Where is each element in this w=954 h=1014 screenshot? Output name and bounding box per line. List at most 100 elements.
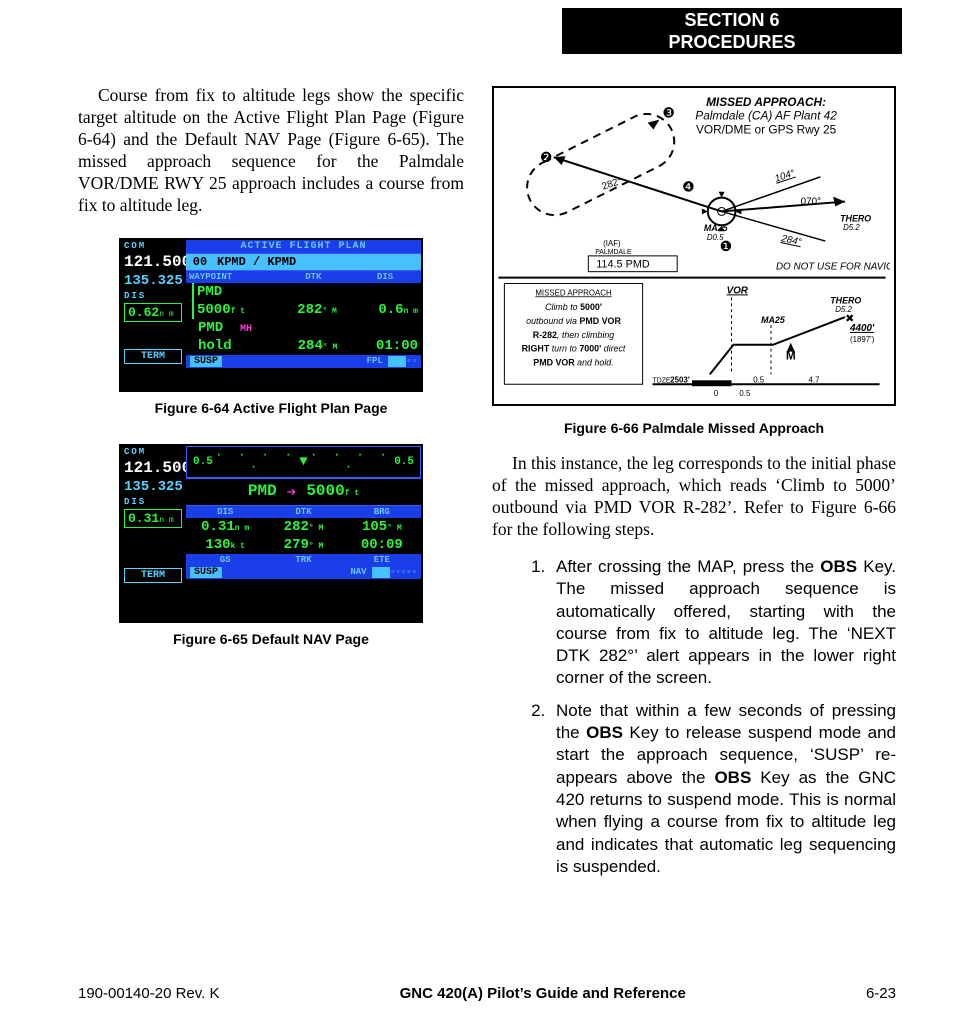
h-ete: ETE xyxy=(343,554,421,566)
svg-text:RIGHT turn to 7000' direct: RIGHT turn to 7000' direct xyxy=(522,344,626,354)
p-ma25: MA25 xyxy=(761,315,786,325)
t47: 4.7 xyxy=(809,375,820,384)
ma-head: MISSED APPROACH xyxy=(535,288,612,297)
page-footer: 190-00140-20 Rev. K GNC 420(A) Pilot’s G… xyxy=(78,985,896,1002)
step-2: Note that within a few seconds of pressi… xyxy=(550,700,896,878)
section-line2: PROCEDURES xyxy=(562,31,902,53)
r2-spd: 130 xyxy=(205,537,230,553)
susp-badge: SUSP xyxy=(190,356,222,367)
afp-title: ACTIVE FLIGHT PLAN xyxy=(186,240,421,253)
com-standby: 135.325 xyxy=(121,272,185,290)
left-column: Course from fix to altitude legs show th… xyxy=(78,84,464,956)
m3: ❸ xyxy=(662,105,674,121)
c104: 104° xyxy=(773,168,796,185)
row2-wp: 5000 xyxy=(197,302,231,318)
obs-key: OBS xyxy=(586,723,623,742)
plan-index: 00 xyxy=(186,254,214,270)
row4-time: 01:00 xyxy=(352,337,421,355)
figure-6-64: COM 121.500 135.325 DIS 0.62n m TERM ACT… xyxy=(119,238,423,392)
dis-value: 0.62 xyxy=(128,305,159,320)
section-header: SECTION 6 PROCEDURES xyxy=(562,8,902,54)
p-thero: THERO xyxy=(830,295,861,305)
dis-label: DIS xyxy=(121,290,185,302)
dis-label-65: DIS xyxy=(121,496,185,508)
alt1897: (1897') xyxy=(850,335,875,344)
row1-wp: PMD xyxy=(192,283,287,301)
step-1: After crossing the MAP, press the OBS Ke… xyxy=(550,556,896,690)
svg-text:✖: ✖ xyxy=(845,313,854,325)
footer-left: 190-00140-20 Rev. K xyxy=(78,985,219,1002)
left-paragraph: Course from fix to altitude legs show th… xyxy=(78,84,464,216)
term-badge-65: TERM xyxy=(124,568,182,583)
t05a: 0.5 xyxy=(739,389,751,398)
cdi-right: 0.5 xyxy=(394,456,414,468)
svg-text:PMD VOR and hold.: PMD VOR and hold. xyxy=(533,357,613,367)
r1-dtk-u: ° M xyxy=(309,524,323,533)
row3-wp: PMD xyxy=(198,320,223,336)
r1-brg: 105 xyxy=(362,519,387,535)
hdr-dis: DIS xyxy=(349,271,421,283)
row2-dis: 0.6 xyxy=(378,302,403,318)
obs-key: OBS xyxy=(714,768,751,787)
r1-dis: 0.31 xyxy=(201,519,235,535)
to-alt-unit: f t xyxy=(345,489,359,498)
plate-title1: MISSED APPROACH: xyxy=(706,95,826,109)
dis-unit-65: n m xyxy=(159,516,173,525)
right-p1: In this instance, the leg corresponds to… xyxy=(492,452,896,540)
h-gs: GS xyxy=(186,554,264,566)
com-label: COM xyxy=(121,240,185,252)
footer-right: 6-23 xyxy=(866,985,896,1002)
caption-6-64: Figure 6-64 Active Flight Plan Page xyxy=(78,400,464,416)
r1-brg-u: ° M xyxy=(387,524,401,533)
r2-trk-u: ° M xyxy=(309,542,323,551)
r1-dis-u: n m xyxy=(235,524,249,533)
r2-ete: 00:09 xyxy=(343,536,421,554)
tdze-v: 2503' xyxy=(670,375,690,384)
com-active: 121.500 xyxy=(121,252,185,272)
figure-6-65: COM 121.500 135.325 DIS 0.31n m TERM 0.5… xyxy=(119,444,423,623)
row4-wp: hold xyxy=(192,337,283,355)
caption-6-65: Figure 6-65 Default NAV Page xyxy=(78,631,464,647)
r1-dtk: 282 xyxy=(284,519,309,535)
ma25d: D0.5 xyxy=(707,233,724,242)
ma25: MA25 xyxy=(704,223,729,233)
cdi-left: 0.5 xyxy=(193,456,213,468)
right-column: MISSED APPROACH: Palmdale (CA) AF Plant … xyxy=(492,84,896,956)
t0: 0 xyxy=(714,389,719,398)
row2-unit: f t xyxy=(231,307,245,316)
row3-tag: MH xyxy=(240,324,252,335)
p-vor: VOR xyxy=(727,285,749,296)
active-wp: PMD xyxy=(248,482,277,502)
com-active-65: 121.500 xyxy=(121,458,185,478)
fpl-label: FPL xyxy=(367,356,383,366)
c284: 284° xyxy=(779,233,802,248)
r2-trk: 279 xyxy=(284,537,309,553)
svg-text:Climb to 5000': Climb to 5000' xyxy=(545,302,602,312)
tdze: TDZE xyxy=(653,377,671,384)
com-label-65: COM xyxy=(121,446,185,458)
obs-key: OBS xyxy=(820,557,857,576)
row4-dtk-unit: ° M xyxy=(323,343,337,352)
donotuse: DO NOT USE FOR NAVIGATION xyxy=(776,262,890,273)
thero: THERO xyxy=(840,213,871,223)
steps-list: After crossing the MAP, press the OBS Ke… xyxy=(492,556,896,888)
hdr-waypoint: WAYPOINT xyxy=(186,271,277,283)
row2-dtk-unit: ° M xyxy=(322,307,336,316)
caption-6-66: Figure 6-66 Palmdale Missed Approach xyxy=(492,420,896,436)
iaf-name: PALMDALE xyxy=(595,249,632,256)
nav-label: NAV xyxy=(350,567,366,577)
row4-dtk: 284 xyxy=(298,338,323,354)
svg-text:outbound via PMD VOR: outbound via PMD VOR xyxy=(526,316,621,326)
dis-value-65: 0.31 xyxy=(128,511,159,526)
plate-title2: Palmdale (CA) AF Plant 42 xyxy=(695,109,837,123)
m2: ❷ xyxy=(540,149,552,165)
h-dis: DIS xyxy=(186,506,264,518)
hdr-dtk: DTK xyxy=(277,271,349,283)
plate-title3: VOR/DME or GPS Rwy 25 xyxy=(696,122,837,136)
c070: 070° xyxy=(801,197,821,208)
h-dtk: DTK xyxy=(264,506,342,518)
iaf: (IAF) xyxy=(603,239,621,248)
dis-unit: n m xyxy=(159,310,173,319)
therod: D5.2 xyxy=(843,223,860,232)
plan-name: KPMD / KPMD xyxy=(214,254,421,270)
